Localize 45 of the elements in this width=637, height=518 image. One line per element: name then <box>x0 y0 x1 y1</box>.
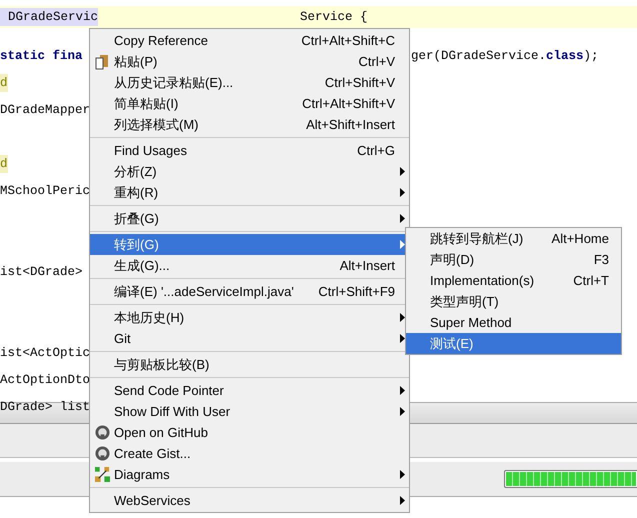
menu-item[interactable]: Show Diff With User <box>90 401 409 422</box>
code-text: ist<ActOptic <box>0 344 90 362</box>
code-text: ger(DGradeService. <box>411 48 546 64</box>
menu-item[interactable]: 重构(R) <box>90 182 409 203</box>
menu-item[interactable]: 粘贴(P) Ctrl+V <box>90 51 409 72</box>
code-text: Service { <box>300 9 368 26</box>
menu-item[interactable]: Diagrams <box>90 464 409 485</box>
menu-item[interactable]: WebServices <box>90 490 409 511</box>
code-text: DGradeMapper <box>0 102 90 118</box>
code-text: fina <box>52 48 83 64</box>
menu-item[interactable]: Send Code Pointer <box>90 380 409 401</box>
menu-item[interactable]: Create Gist... <box>90 443 409 464</box>
code-text: static <box>0 48 46 64</box>
code-text: d <box>0 154 8 172</box>
code-text: d <box>0 74 8 92</box>
github-icon <box>94 425 110 440</box>
menu-item[interactable]: 生成(G)... Alt+Insert <box>90 255 409 276</box>
code-text: ist<DGrade> <box>0 264 83 280</box>
code-text: DGrade> list <box>0 398 90 416</box>
menu-item[interactable]: Copy Reference Ctrl+Alt+Shift+C <box>90 30 409 51</box>
github-icon <box>94 446 110 461</box>
menu-item[interactable]: 与剪贴板比较(B) <box>90 354 409 375</box>
menu-item[interactable]: 简单粘贴(I) Ctrl+Alt+Shift+V <box>90 93 409 114</box>
clipboard-icon <box>95 54 109 70</box>
menu-item[interactable]: Open on GitHub <box>90 422 409 443</box>
menu-item[interactable]: 分析(Z) <box>90 161 409 182</box>
code-text: DGradeServic <box>0 8 98 26</box>
menu-item[interactable]: Implementation(s) Ctrl+T <box>406 270 621 291</box>
menu-item[interactable]: Git <box>90 328 409 349</box>
menu-item[interactable]: 从历史记录粘贴(E)... Ctrl+Shift+V <box>90 72 409 93</box>
diagram-icon <box>94 467 110 482</box>
menu-item[interactable]: Super Method <box>406 312 621 333</box>
code-text: class <box>546 48 584 64</box>
menu-item[interactable]: 声明(D) F3 <box>406 249 621 270</box>
menu-item[interactable]: 类型声明(T) <box>406 291 621 312</box>
code-text: MSchoolPeric <box>0 182 90 200</box>
menu-item[interactable]: Find Usages Ctrl+G <box>90 140 409 161</box>
code-text: ActOptionDto <box>0 372 90 388</box>
menu-item[interactable]: 折叠(G) <box>90 208 409 229</box>
menu-item[interactable]: 测试(E) <box>406 333 621 354</box>
menu-item[interactable]: 列选择模式(M) Alt+Shift+Insert <box>90 114 409 135</box>
code-text: ); <box>584 48 599 64</box>
menu-item[interactable]: 编译(E) '...adeServiceImpl.java' Ctrl+Shift+F9 <box>90 281 409 302</box>
menu-item[interactable]: 跳转到导航栏(J) Alt+Home <box>406 228 621 249</box>
menu-item[interactable]: 本地历史(H) <box>90 307 409 328</box>
